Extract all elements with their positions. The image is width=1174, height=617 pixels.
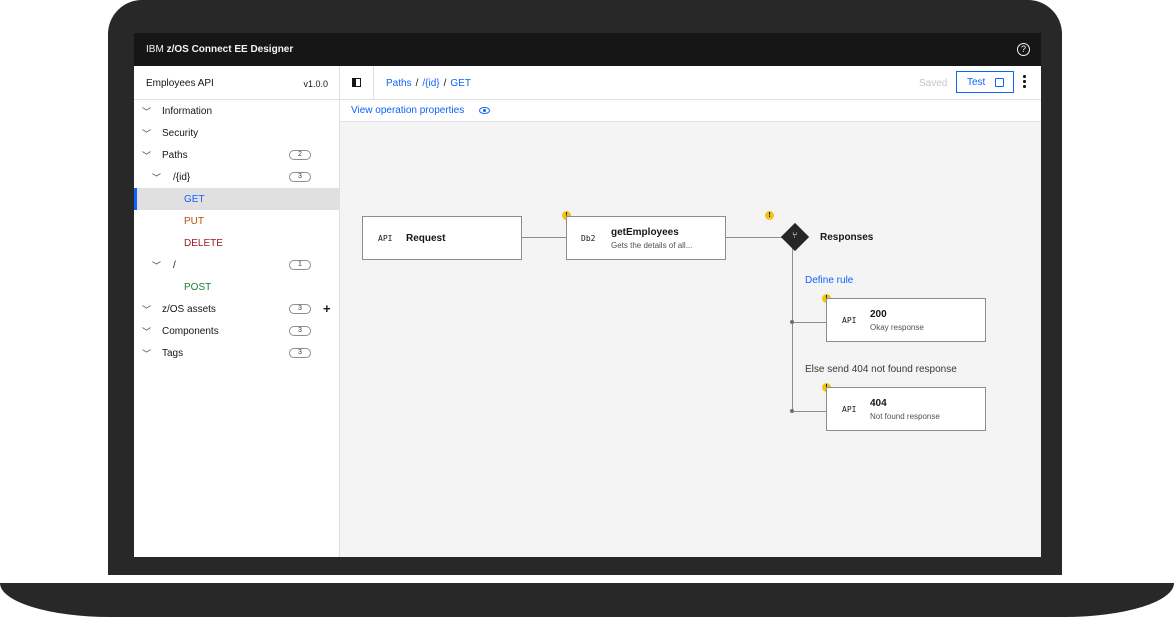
connector-dot [790,320,794,324]
sidebar-item-security[interactable]: ﹀ Security [134,122,340,144]
api-name: Employees API [146,78,214,89]
sidebar-item-label: GET [184,194,205,205]
api-version: v1.0.0 [303,79,328,89]
warning-icon: ! [765,211,774,220]
breadcrumb-id[interactable]: /{id} [422,78,439,89]
count-badge: 3 [289,348,311,358]
api-header: Employees API v1.0.0 [134,66,340,100]
breadcrumb-separator: / [443,78,447,89]
sidebar-item-label: PUT [184,216,204,227]
count-badge: 3 [289,326,311,336]
response-200-subtitle: Okay response [870,323,924,332]
branch-icon: ⑂ [792,230,798,240]
chevron-down-icon: ﹀ [142,305,152,315]
app-window: IBM z/OS Connect EE Designer ? Employees… [134,33,1041,557]
sidebar-item-path-root[interactable]: ﹀ / 1 [134,254,340,276]
top-navigation-bar: IBM z/OS Connect EE Designer ? [134,33,1041,66]
sidebar-item-label: POST [184,282,212,293]
sidebar-item-components[interactable]: ﹀ Components 3 [134,320,340,342]
breadcrumb-paths[interactable]: Paths [386,78,412,89]
eye-icon[interactable] [479,107,490,114]
operation-node-subtitle: Gets the details of all... [611,241,693,250]
sidebar-item-delete[interactable]: DELETE [134,232,340,254]
api-tag-icon: API [842,316,857,325]
test-button-label: Test [967,77,986,88]
test-icon [995,78,1004,87]
overflow-menu-icon[interactable] [1023,75,1027,90]
connector-line [522,237,566,238]
sidebar-item-tags[interactable]: ﹀ Tags 3 [134,342,340,364]
sidebar-item-path-id[interactable]: ﹀ /{id} 3 [134,166,340,188]
breadcrumb-bar: Paths //{id} / GET Saved Test [340,66,1041,100]
response-404-subtitle: Not found response [870,412,940,421]
saved-status: Saved [919,78,948,89]
view-operation-properties-link[interactable]: View operation properties [351,105,464,116]
add-asset-button[interactable]: + [323,301,331,316]
api-tag-icon: API [842,405,857,414]
connector-line [792,322,826,323]
request-node[interactable]: API Request [362,216,522,260]
else-rule-text: Else send 404 not found response [805,364,957,375]
chevron-down-icon: ﹀ [142,327,152,337]
chevron-down-icon: ﹀ [142,349,152,359]
connector-dot [790,409,794,413]
panel-toggle-icon[interactable] [352,78,361,87]
count-badge: 3 [289,304,311,314]
sidebar-item-put[interactable]: PUT [134,210,340,232]
sidebar-item-label: Information [162,106,213,117]
count-badge: 3 [289,172,311,182]
app-title: IBM z/OS Connect EE Designer [146,44,293,55]
db2-operation-node[interactable]: Db2 getEmployees Gets the details of all… [566,216,726,260]
sidebar-item-paths[interactable]: ﹀ Paths 2 [134,144,340,166]
response-200-title: 200 [870,309,887,320]
response-200-node[interactable]: API 200 Okay response [826,298,986,342]
operation-node-title: getEmployees [611,227,679,238]
sidebar-item-information[interactable]: ﹀ Information [134,100,340,122]
flow-canvas: API Request ! Db2 getEmployees Gets the … [340,122,1041,557]
chevron-down-icon: ﹀ [152,261,162,271]
sidebar: Employees API v1.0.0 ﹀ Information ﹀ Sec… [134,66,340,557]
brand-name: z/OS Connect EE Designer [166,44,294,55]
laptop-base [0,583,1174,617]
api-tag-icon: API [378,234,393,243]
sidebar-item-label: Tags [162,348,184,359]
breadcrumb-separator: / [415,78,419,89]
help-icon[interactable]: ? [1017,43,1030,56]
sidebar-item-label: Components [162,326,219,337]
connector-line [792,411,826,412]
response-404-title: 404 [870,398,887,409]
define-rule-link[interactable]: Define rule [805,275,853,286]
responses-label: Responses [820,232,874,243]
chevron-down-icon: ﹀ [152,173,162,183]
sidebar-item-label: Paths [162,150,188,161]
connector-line [792,247,793,413]
count-badge: 2 [289,150,311,160]
chevron-down-icon: ﹀ [142,151,152,161]
db2-tag-icon: Db2 [581,234,596,243]
chevron-down-icon: ﹀ [142,107,152,117]
sidebar-item-label: /{id} [173,172,191,183]
sidebar-item-zos-assets[interactable]: ﹀ z/OS assets 3 + [134,298,340,320]
sidebar-item-label: Security [162,128,199,139]
sidebar-item-get[interactable]: GET [134,188,340,210]
response-404-node[interactable]: API 404 Not found response [826,387,986,431]
divider [373,66,374,100]
sidebar-item-label: DELETE [184,238,223,249]
operation-properties-bar: View operation properties [340,100,1041,122]
count-badge: 1 [289,260,311,270]
request-node-title: Request [406,233,446,244]
test-button[interactable]: Test [956,71,1014,93]
breadcrumb: Paths //{id} / GET [386,78,471,89]
breadcrumb-get[interactable]: GET [450,78,471,89]
sidebar-item-label: z/OS assets [162,304,216,315]
brand-prefix: IBM [146,44,167,55]
sidebar-item-label: / [173,260,176,271]
chevron-down-icon: ﹀ [142,129,152,139]
main-panel: Paths //{id} / GET Saved Test View operatio… [340,66,1041,557]
sidebar-item-post[interactable]: POST [134,276,340,298]
